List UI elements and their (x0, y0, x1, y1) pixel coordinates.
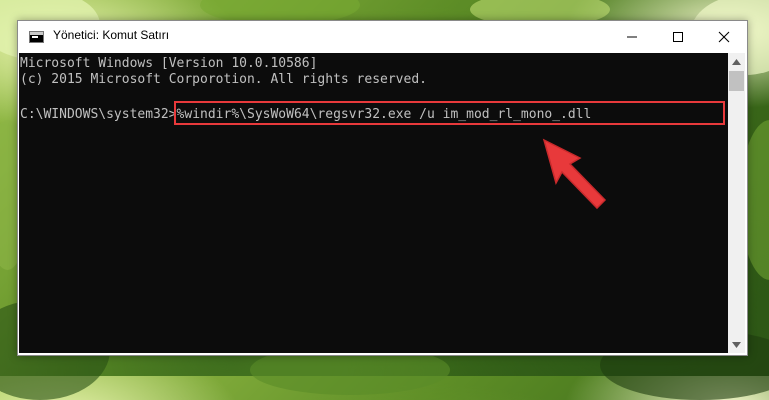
prompt-text: C:\WINDOWS\system32> (20, 107, 177, 122)
scroll-up-button[interactable] (728, 53, 745, 70)
scroll-down-button[interactable] (728, 336, 745, 353)
chevron-down-icon (732, 341, 741, 348)
cmd-app-icon (29, 31, 44, 43)
console-output[interactable]: Microsoft Windows [Version 10.0.10586] (… (19, 53, 728, 353)
minimize-icon (627, 36, 637, 38)
vertical-scrollbar[interactable] (728, 53, 745, 353)
maximize-icon (673, 32, 683, 42)
chevron-up-icon (732, 58, 741, 65)
scrollbar-thumb[interactable] (729, 71, 744, 91)
pointer-arrow-icon (542, 138, 607, 210)
console-line: (c) 2015 Microsoft Corporotion. All righ… (20, 72, 427, 87)
close-button[interactable] (701, 21, 747, 53)
close-icon (718, 31, 730, 43)
title-bar[interactable]: Yönetici: Komut Satırı (18, 21, 747, 53)
minimize-button[interactable] (609, 21, 655, 53)
command-prompt-window: Yönetici: Komut Satırı Microsoft Windows… (17, 20, 748, 356)
command-highlight-box (174, 101, 725, 125)
window-title: Yönetici: Komut Satırı (53, 28, 170, 42)
maximize-button[interactable] (655, 21, 701, 53)
console-line: Microsoft Windows [Version 10.0.10586] (20, 56, 318, 71)
